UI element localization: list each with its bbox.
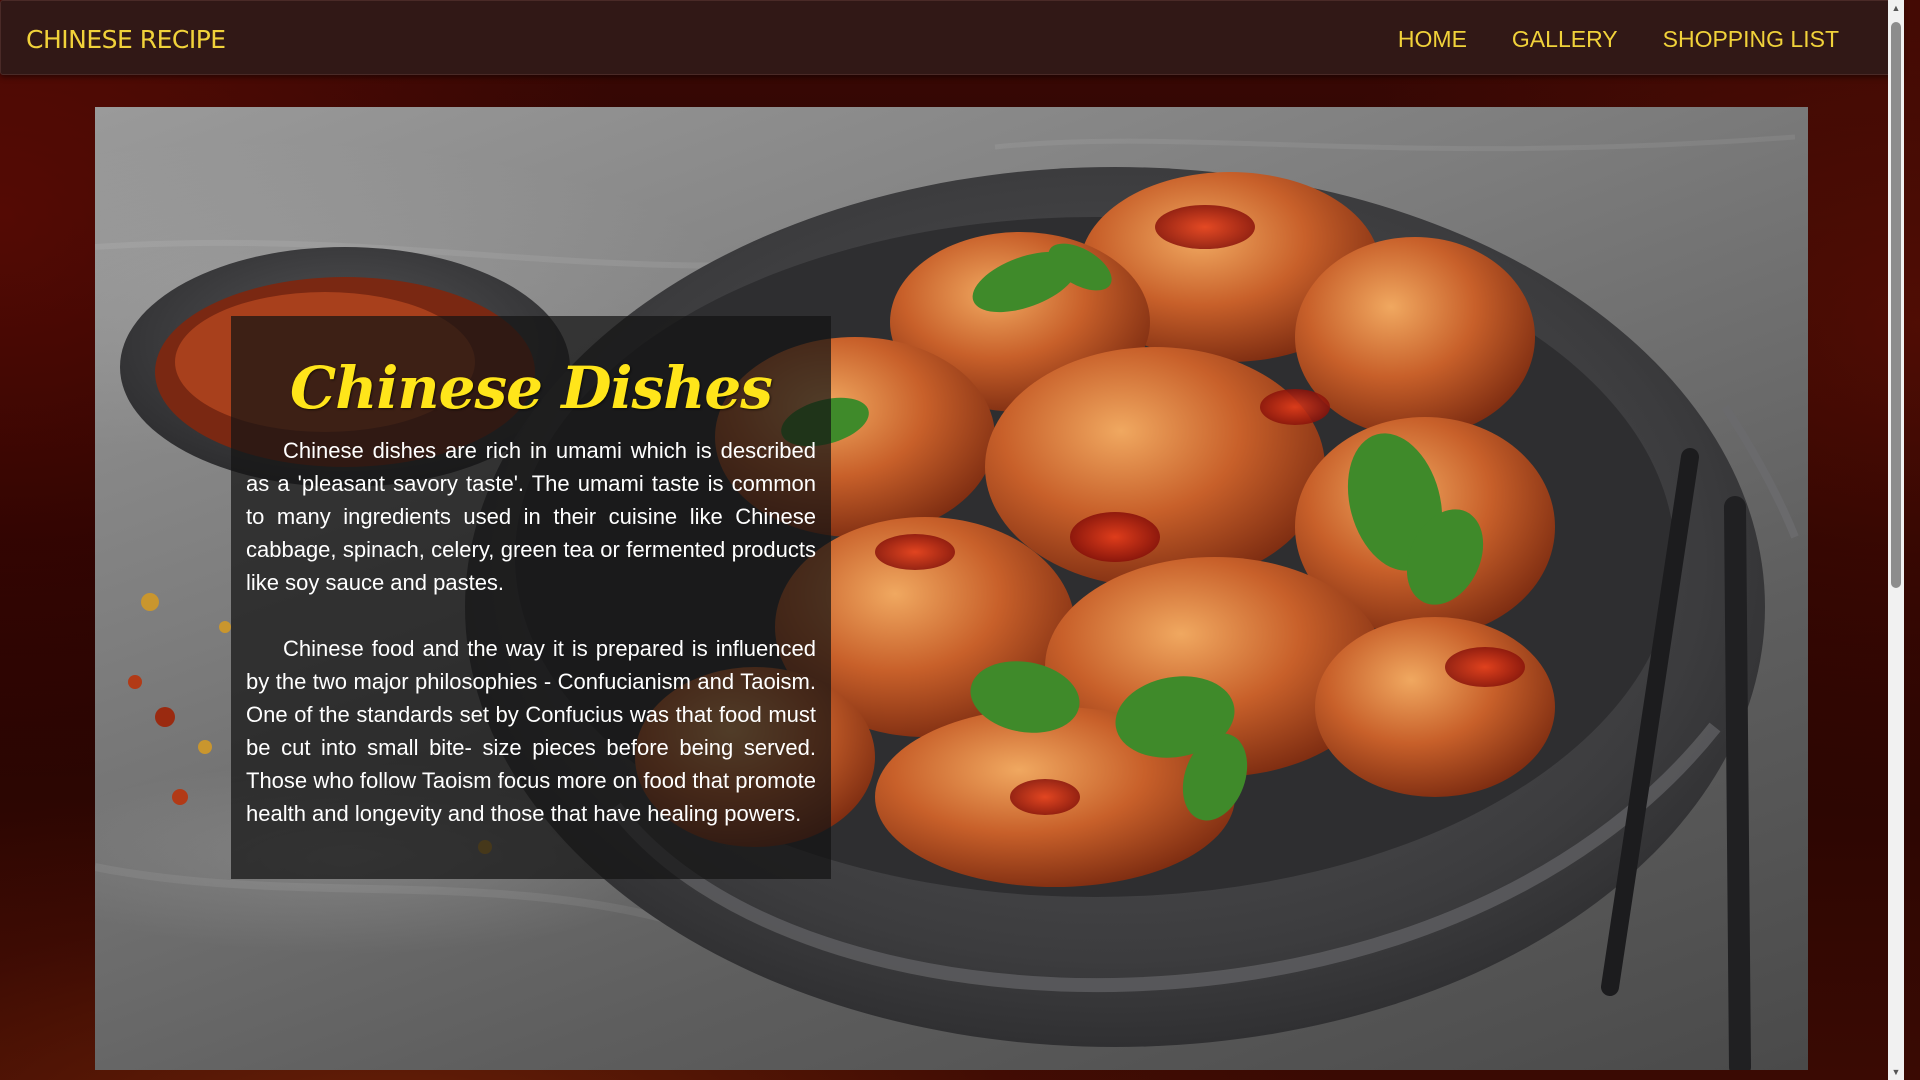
nav-home-link[interactable]: HOME bbox=[1398, 26, 1467, 53]
nav-shopping-list-link[interactable]: SHOPPING LIST bbox=[1663, 26, 1839, 53]
page: CHINESE RECIPE HOME GALLERY SHOPPING LIS… bbox=[0, 0, 1904, 1080]
hero-image: Chinese Dishes Chinese dishes are rich i… bbox=[95, 107, 1808, 1070]
nav-gallery-link[interactable]: GALLERY bbox=[1512, 26, 1618, 53]
card-paragraph-2: Chinese food and the way it is prepared … bbox=[246, 636, 816, 826]
brand-link[interactable]: CHINESE RECIPE bbox=[26, 25, 226, 54]
intro-card: Chinese Dishes Chinese dishes are rich i… bbox=[231, 316, 831, 879]
vertical-scrollbar[interactable]: ▲ ▼ bbox=[1888, 0, 1904, 1080]
card-title: Chinese Dishes bbox=[290, 354, 773, 422]
scroll-down-arrow-icon[interactable]: ▼ bbox=[1888, 1064, 1904, 1080]
nav-menu: HOME GALLERY SHOPPING LIST bbox=[1353, 26, 1839, 53]
card-paragraph-1: Chinese dishes are rich in umami which i… bbox=[246, 438, 816, 595]
scroll-thumb[interactable] bbox=[1891, 22, 1901, 588]
scroll-up-arrow-icon[interactable]: ▲ bbox=[1888, 0, 1904, 16]
navbar: CHINESE RECIPE HOME GALLERY SHOPPING LIS… bbox=[0, 0, 1902, 75]
